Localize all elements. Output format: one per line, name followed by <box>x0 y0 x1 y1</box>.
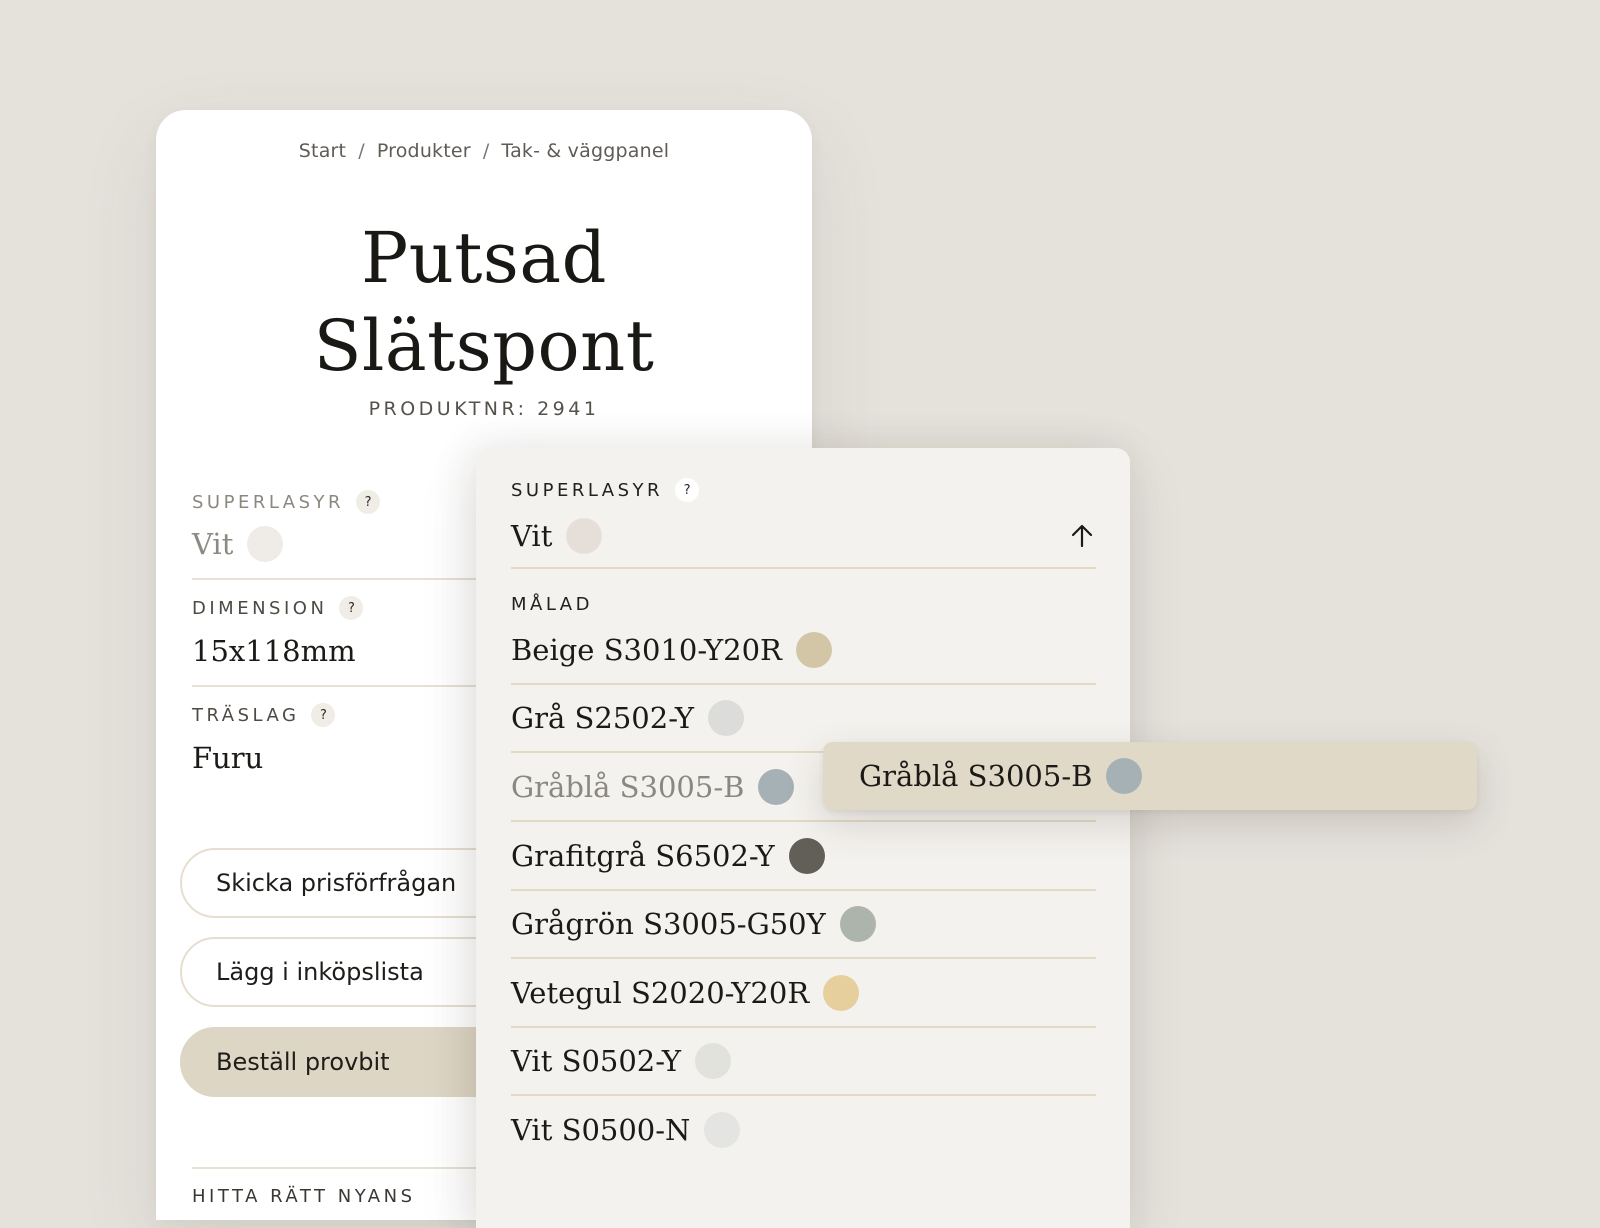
option-vetegul-s2020-y20r[interactable]: Vetegul S2020-Y20R <box>511 973 1096 1013</box>
color-swatch <box>566 518 603 554</box>
color-dropdown-panel[interactable]: SUPERLASYR ? Vit MÅLAD Beige S3010-Y20R … <box>476 448 1130 1228</box>
option-vit-s0500-n[interactable]: Vit S0500-N <box>511 1110 1096 1150</box>
divider <box>511 889 1096 891</box>
product-number: PRODUKTNR: 2941 <box>368 398 600 420</box>
option-label: Gråblå S3005-B <box>511 770 745 804</box>
option-label: Grafitgrå S6502-Y <box>511 839 775 873</box>
dropdown-label: SUPERLASYR ? <box>511 478 700 502</box>
title-line-2: Slätspont <box>313 305 655 387</box>
color-swatch <box>788 838 825 874</box>
option-gra-s2502-y[interactable]: Grå S2502-Y <box>511 698 1096 738</box>
color-swatch <box>758 769 795 805</box>
arrow-up-icon[interactable] <box>1068 522 1096 557</box>
breadcrumb-current[interactable]: Tak- & väggpanel <box>501 140 669 162</box>
option-label: Vit S0502-Y <box>511 1044 682 1078</box>
title-line-1: Putsad <box>361 217 607 299</box>
option-label: Beige S3010-Y20R <box>511 633 782 667</box>
superlasyr-label-text: SUPERLASYR <box>192 491 345 513</box>
traslag-label-text: TRÄSLAG <box>192 704 300 726</box>
divider <box>511 1026 1096 1028</box>
color-swatch <box>795 632 832 668</box>
hovered-option-chip[interactable]: Gråblå S3005-B <box>823 742 1477 810</box>
divider <box>511 820 1096 822</box>
divider <box>511 683 1096 685</box>
help-icon[interactable]: ? <box>339 596 364 620</box>
color-swatch <box>695 1043 732 1079</box>
superlasyr-value-text: Vit <box>192 527 234 561</box>
group-label-malad: MÅLAD <box>511 594 593 615</box>
breadcrumb-separator: / <box>482 140 490 162</box>
option-label: Grågrön S3005-G50Y <box>511 907 826 941</box>
divider <box>511 1094 1096 1096</box>
help-icon[interactable]: ? <box>675 478 700 502</box>
option-vit-s0502-y[interactable]: Vit S0502-Y <box>511 1041 1096 1081</box>
help-icon[interactable]: ? <box>356 490 381 514</box>
dimension-label-text: DIMENSION <box>192 597 328 619</box>
option-label: Vetegul S2020-Y20R <box>511 976 810 1010</box>
divider <box>511 957 1096 959</box>
selected-color-name: Vit <box>511 519 553 553</box>
color-swatch <box>707 700 744 736</box>
dropdown-label-text: SUPERLASYR <box>511 479 664 501</box>
breadcrumb-start[interactable]: Start <box>299 140 346 162</box>
divider <box>511 567 1096 569</box>
breadcrumb: Start / Produkter / Tak- & väggpanel <box>156 140 812 162</box>
option-label: Vit S0500-N <box>511 1113 691 1147</box>
color-swatch <box>704 1112 741 1148</box>
option-grafitgra-s6502-y[interactable]: Grafitgrå S6502-Y <box>511 836 1096 876</box>
option-gragron-s3005-g50y[interactable]: Grågrön S3005-G50Y <box>511 904 1096 944</box>
color-swatch <box>839 906 876 942</box>
help-icon[interactable]: ? <box>311 703 336 727</box>
color-swatch <box>823 975 860 1011</box>
breadcrumb-produkter[interactable]: Produkter <box>377 140 471 162</box>
hovered-option-label: Gråblå S3005-B <box>859 759 1093 793</box>
color-swatch <box>247 526 284 562</box>
option-beige-s3010-y20r[interactable]: Beige S3010-Y20R <box>511 630 1096 670</box>
breadcrumb-separator: / <box>358 140 365 162</box>
dropdown-selected-value[interactable]: Vit <box>511 516 1096 556</box>
color-swatch <box>1106 758 1143 794</box>
option-label: Grå S2502-Y <box>511 701 694 735</box>
find-shade-heading: HITTA RÄTT NYANS <box>192 1186 416 1207</box>
page-title: Putsad Slätspont <box>156 214 812 390</box>
